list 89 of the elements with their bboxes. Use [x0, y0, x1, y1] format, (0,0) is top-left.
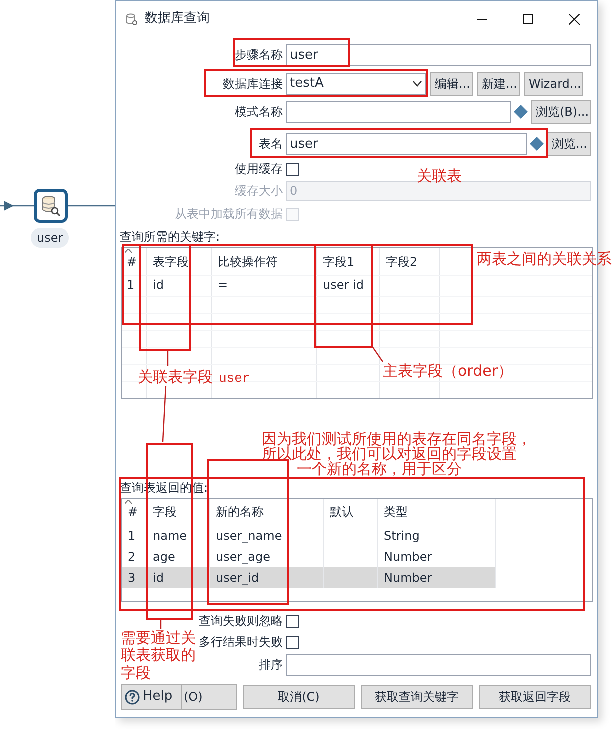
help-button[interactable]: Help: [121, 684, 182, 710]
new-button[interactable]: 新建...: [477, 72, 520, 96]
column-header[interactable]: 新的名称: [216, 503, 264, 521]
table-cell-text: name: [153, 528, 188, 544]
field-label: 使用缓存: [235, 161, 283, 178]
sort-caret-icon: [125, 500, 132, 504]
annotation-note: 因为我们测试所使用的表存在同名字段，: [262, 431, 532, 447]
annotation-note: 一个新的名称，用于区分: [297, 461, 462, 477]
annotation-note: 所以此处，我们可以对返回的字段设置: [262, 446, 517, 462]
table-cell: 1: [122, 276, 147, 296]
table-cell-text: user_age: [216, 548, 271, 566]
chevron-down-icon: [413, 81, 422, 87]
column-header[interactable]: 类型: [384, 503, 408, 521]
checkbox[interactable]: [286, 162, 299, 176]
table-row[interactable]: 3 id user_id Number: [122, 567, 496, 588]
field-label: 表名: [259, 136, 283, 153]
table-name-field[interactable]: user: [286, 133, 527, 155]
column-header[interactable]: 比较操作符: [212, 248, 317, 275]
table-cell-text: age: [153, 548, 176, 566]
annotation-note: 需要通过关联表获取的: [121, 630, 197, 664]
leader-line: [159, 620, 163, 629]
order-by-field[interactable]: [286, 654, 591, 676]
minimize-icon: [477, 18, 487, 20]
table-cell-text: Number: [384, 548, 432, 566]
edit-button[interactable]: 编辑...: [430, 72, 473, 96]
column-header[interactable]: 字段: [153, 503, 177, 521]
field-label: 步骤名称: [235, 47, 283, 64]
field-label: 查询失败则忽略: [199, 613, 283, 630]
annotation-note: 关联表字段: [138, 367, 213, 388]
field-label: 模式名称: [235, 104, 283, 121]
annotation-note: 字段: [121, 665, 151, 682]
variable-icon: [530, 137, 544, 151]
table-cell-text: Number: [384, 570, 432, 586]
annotation-note: 主表字段（order）: [383, 361, 513, 382]
table-cell-text: 2: [128, 548, 136, 566]
column-header[interactable]: #: [128, 503, 138, 521]
window-title: 数据库查询: [145, 10, 210, 28]
schema-field[interactable]: [286, 101, 511, 123]
leader-line: [161, 386, 168, 442]
checkbox[interactable]: [286, 614, 299, 628]
table-cell-text: 3: [128, 570, 136, 586]
table-cell-text: 1: [128, 528, 136, 544]
table-cell: user id: [317, 276, 380, 296]
section-title: 查询所需的关键字:: [120, 229, 222, 244]
browse-button[interactable]: 浏览(B)...: [531, 100, 591, 124]
maximize-icon: [523, 14, 533, 24]
column-header[interactable]: 字段1: [317, 248, 380, 275]
database-search-icon: [126, 12, 138, 26]
annotation-note: user: [219, 370, 250, 388]
leader-line: [370, 346, 385, 362]
field-label: 多行结果时失败: [199, 634, 283, 651]
table-row[interactable]: [122, 365, 592, 382]
step-label: user: [31, 228, 70, 248]
column-header[interactable]: 表字段: [147, 248, 212, 275]
table-cell: id: [147, 276, 212, 296]
table-row[interactable]: [122, 297, 592, 314]
column-header[interactable]: #: [122, 248, 147, 275]
close-icon: [568, 14, 580, 24]
column-header[interactable]: 默认: [330, 503, 354, 521]
wizard-button[interactable]: Wizard...: [524, 72, 583, 96]
field-label: 排序: [259, 657, 283, 674]
table-row[interactable]: [122, 331, 592, 348]
cancel-button[interactable]: 取消(C): [243, 685, 355, 709]
table-cell-text: id: [153, 570, 164, 586]
table-cell-text: user_id: [216, 570, 260, 586]
browse-button[interactable]: 浏览...: [547, 132, 591, 156]
hop-line: [67, 205, 115, 207]
variable-icon: [514, 105, 528, 119]
field-label: 从表中加载所有数据: [175, 206, 283, 223]
table-cell-text: user_name: [216, 528, 282, 544]
database-search-icon: [41, 195, 61, 217]
table-row[interactable]: [122, 314, 592, 331]
column-header[interactable]: 字段2: [380, 248, 440, 275]
field-label: 缓存大小: [235, 183, 283, 200]
step-name-field[interactable]: user: [286, 44, 591, 66]
table-cell: =: [212, 276, 317, 296]
field-label: 数据库连接: [223, 76, 283, 93]
sort-caret-icon: [125, 249, 132, 253]
step-node[interactable]: [34, 189, 68, 223]
help-icon: [125, 690, 140, 704]
get-fields-button[interactable]: 获取返回字段: [479, 685, 591, 709]
annotation-note: 两表之间的关联关系: [477, 249, 612, 270]
leader-line: [166, 351, 170, 366]
connection-dropdown[interactable]: testA: [286, 73, 426, 95]
ok-button[interactable]: (O): [182, 684, 237, 710]
get-keys-button[interactable]: 获取查询关键字: [361, 685, 473, 709]
checkbox[interactable]: [286, 636, 299, 648]
table-cell-text: String: [384, 528, 420, 544]
hop-arrow: [0, 200, 35, 212]
